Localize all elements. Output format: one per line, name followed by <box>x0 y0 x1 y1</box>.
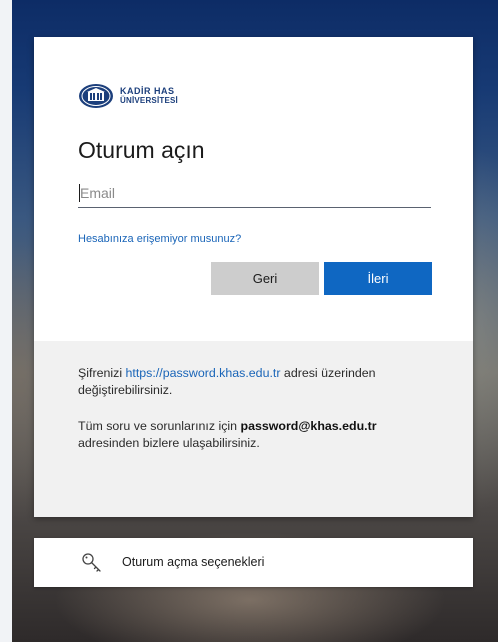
university-logo: KADİR HAS ÜNİVERSİTESİ <box>78 82 178 110</box>
left-edge-strip <box>0 0 12 642</box>
support-contact-text: Tüm soru ve sorunlarınız için password@k… <box>78 419 377 450</box>
password-change-text: Şifrenizi https://password.khas.edu.tr a… <box>78 366 376 397</box>
brand-name-line2: ÜNİVERSİTESİ <box>120 96 178 105</box>
text-caret <box>79 184 80 202</box>
key-icon <box>82 553 101 572</box>
page-title: Oturum açın <box>78 137 205 163</box>
info-panel: Şifrenizi https://password.khas.edu.tr a… <box>34 341 473 517</box>
back-button[interactable]: Geri <box>211 262 319 295</box>
signin-options-label: Oturum açma seçenekleri <box>122 555 265 569</box>
signin-card: KADİR HAS ÜNİVERSİTESİ Oturum açın Hesab… <box>34 37 473 517</box>
support-email: password@khas.edu.tr <box>240 419 377 433</box>
university-seal-icon <box>79 84 113 108</box>
password-reset-link[interactable]: https://password.khas.edu.tr <box>126 366 281 380</box>
signin-options-button[interactable]: Oturum açma seçenekleri <box>34 538 473 587</box>
brand-name-line1: KADİR HAS <box>120 86 175 96</box>
next-button[interactable]: İleri <box>324 262 432 295</box>
cant-access-account-link[interactable]: Hesabınıza erişemiyor musunuz? <box>78 233 241 245</box>
email-field[interactable] <box>78 178 431 208</box>
